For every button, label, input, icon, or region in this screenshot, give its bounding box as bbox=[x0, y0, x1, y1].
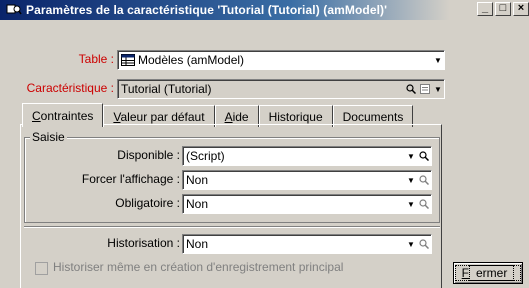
forcer-affichage-select[interactable]: Non ▼ bbox=[182, 170, 432, 190]
tab-strip: Contraintes Valeur par défaut Aide Histo… bbox=[22, 103, 414, 127]
table-icon bbox=[121, 54, 135, 66]
table-label: Table : bbox=[78, 52, 114, 66]
table-select[interactable]: Modèles (amModel) ▼ bbox=[117, 50, 445, 70]
details-icon[interactable] bbox=[418, 81, 432, 97]
window-controls: _ □ × bbox=[477, 2, 529, 16]
tab-label: Valeur par défaut bbox=[113, 109, 205, 124]
historisation-select[interactable]: Non ▼ bbox=[182, 234, 432, 254]
minimize-icon: _ bbox=[481, 2, 489, 14]
tab-label: Aide bbox=[224, 109, 249, 124]
search-icon[interactable] bbox=[417, 172, 431, 188]
caracteristique-field[interactable]: Tutorial (Tutorial) ▼ bbox=[117, 79, 445, 99]
chevron-down-icon[interactable]: ▼ bbox=[405, 172, 417, 188]
app-icon bbox=[6, 3, 22, 17]
minimize-button[interactable]: _ bbox=[477, 2, 493, 16]
obligatoire-label: Obligatoire : bbox=[115, 196, 180, 210]
caracteristique-value: Tutorial (Tutorial) bbox=[121, 82, 212, 96]
tab-label: Historique bbox=[268, 109, 323, 124]
fermer-button[interactable]: Fermer bbox=[453, 262, 523, 284]
chevron-down-icon[interactable]: ▼ bbox=[432, 81, 444, 97]
historiser-checkbox-label: Historiser même en création d'enregistre… bbox=[53, 260, 344, 274]
tab-label: Documents bbox=[342, 109, 404, 124]
chevron-down-icon[interactable]: ▼ bbox=[405, 196, 417, 212]
dialog-window: Paramètres de la caractéristique 'Tutori… bbox=[0, 0, 529, 288]
search-icon[interactable] bbox=[417, 236, 431, 252]
search-icon[interactable] bbox=[417, 196, 431, 212]
search-icon[interactable] bbox=[404, 81, 418, 97]
separator bbox=[24, 226, 440, 228]
maximize-button[interactable]: □ bbox=[495, 2, 511, 16]
historisation-value: Non bbox=[186, 237, 209, 251]
title-bar[interactable]: Paramètres de la caractéristique 'Tutori… bbox=[0, 0, 529, 20]
obligatoire-select[interactable]: Non ▼ bbox=[182, 194, 432, 214]
historiser-checkbox[interactable] bbox=[35, 262, 48, 275]
disponible-label: Disponible : bbox=[117, 148, 180, 162]
disponible-value: (Script) bbox=[186, 149, 225, 163]
chevron-down-icon[interactable]: ▼ bbox=[405, 236, 417, 252]
caracteristique-label: Caractéristique : bbox=[26, 81, 114, 95]
window-title: Paramètres de la caractéristique 'Tutori… bbox=[26, 3, 388, 17]
table-value: Modèles (amModel) bbox=[138, 53, 245, 67]
saisie-group-title: Saisie bbox=[30, 130, 67, 144]
disponible-select[interactable]: (Script) ▼ bbox=[182, 146, 432, 166]
forcer-affichage-label: Forcer l'affichage : bbox=[81, 172, 180, 186]
historisation-label: Historisation : bbox=[107, 236, 180, 250]
chevron-down-icon[interactable]: ▼ bbox=[432, 52, 444, 68]
fermer-button-label: Fermer bbox=[454, 265, 522, 281]
close-icon: × bbox=[517, 2, 525, 14]
maximize-icon: □ bbox=[499, 2, 507, 14]
forcer-affichage-value: Non bbox=[186, 173, 209, 187]
search-icon[interactable] bbox=[417, 148, 431, 164]
tab-contraintes[interactable]: Contraintes bbox=[22, 103, 104, 127]
chevron-down-icon[interactable]: ▼ bbox=[405, 148, 417, 164]
obligatoire-value: Non bbox=[186, 197, 209, 211]
close-window-button[interactable]: × bbox=[513, 2, 529, 16]
tab-label: Contraintes bbox=[32, 108, 94, 123]
